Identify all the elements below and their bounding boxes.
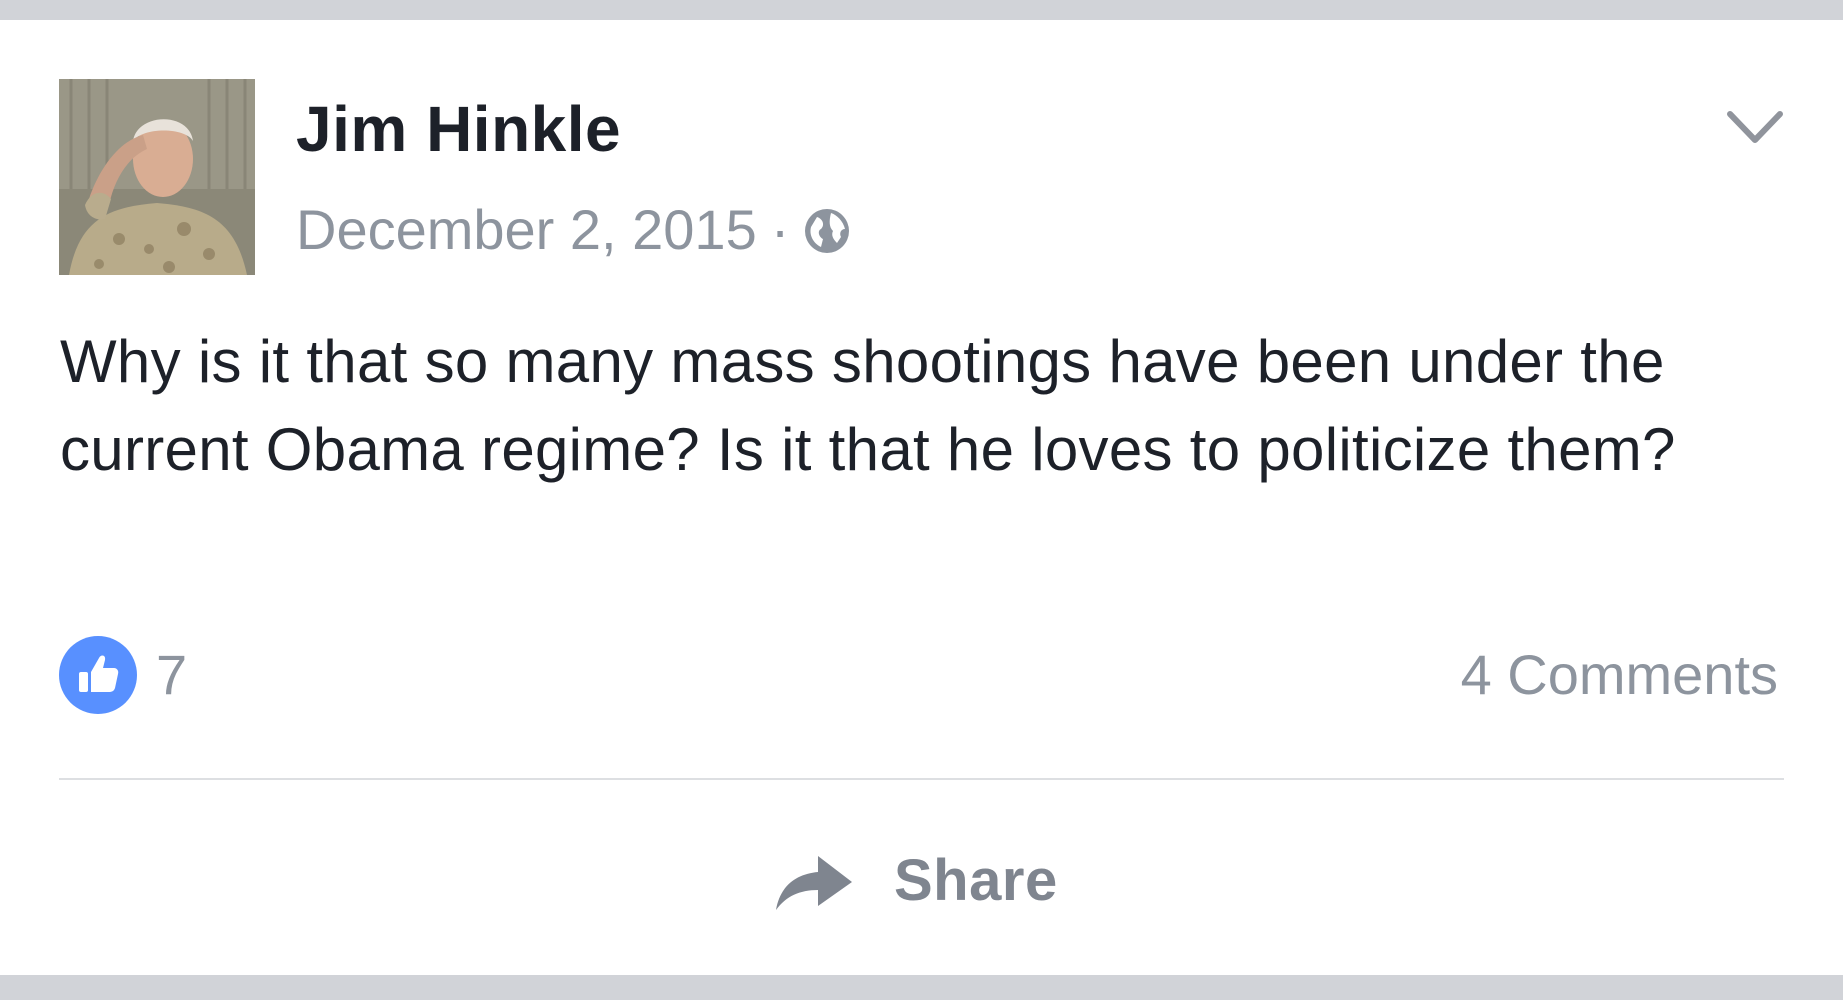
meta-separator: · — [770, 197, 790, 261]
post-meta: December 2, 2015 · — [296, 194, 851, 264]
share-button[interactable]: Share — [772, 840, 1058, 920]
like-count[interactable]: 7 — [156, 640, 187, 710]
avatar[interactable] — [59, 79, 255, 275]
post-date[interactable]: December 2, 2015 — [296, 197, 757, 262]
comments-count[interactable]: 4 Comments — [1461, 640, 1778, 710]
bottom-separator-bar — [0, 975, 1843, 1000]
share-label: Share — [894, 847, 1058, 913]
thumbs-up-icon[interactable] — [59, 636, 137, 714]
chevron-down-icon[interactable] — [1726, 108, 1784, 148]
post-card: Jim Hinkle December 2, 2015 · Why is it … — [0, 0, 1843, 1000]
globe-icon[interactable] — [803, 207, 851, 255]
post-text: Why is it that so many mass shootings ha… — [60, 328, 1676, 483]
author-name[interactable]: Jim Hinkle — [296, 92, 621, 166]
top-separator-bar — [0, 0, 1843, 20]
avatar-photo — [59, 79, 255, 275]
divider — [59, 778, 1784, 780]
share-arrow-icon — [776, 856, 852, 910]
